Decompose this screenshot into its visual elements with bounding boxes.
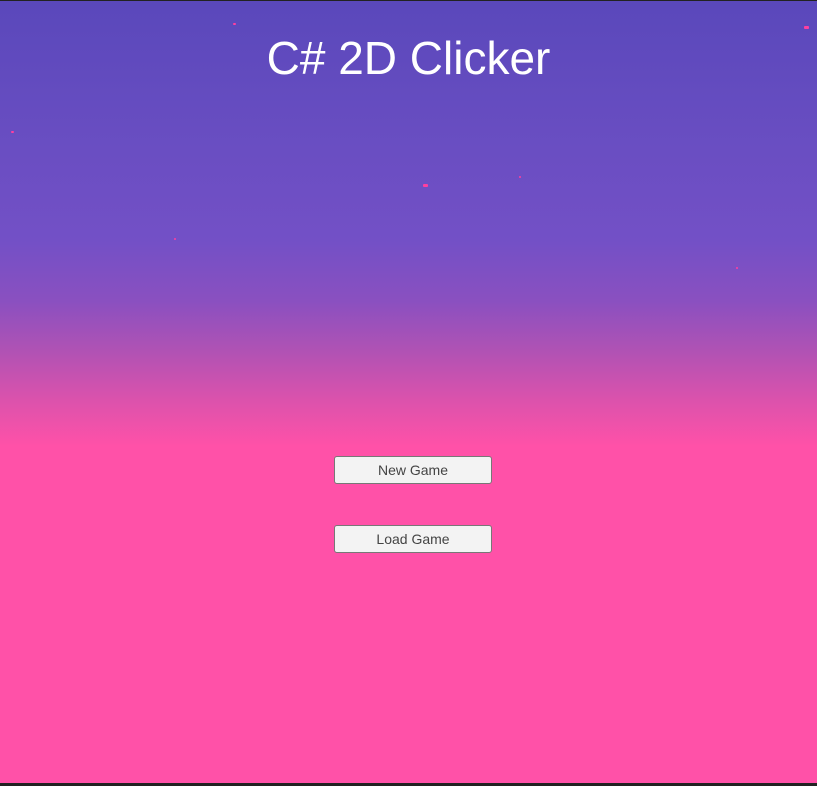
particle — [11, 131, 14, 133]
new-game-button[interactable]: New Game — [334, 456, 492, 484]
load-game-button[interactable]: Load Game — [334, 525, 492, 553]
particle — [519, 176, 521, 178]
particle — [233, 23, 236, 25]
particle — [736, 267, 738, 269]
particle — [804, 26, 809, 29]
particle — [423, 184, 428, 187]
game-title: C# 2D Clicker — [266, 32, 551, 84]
game-canvas: C# 2D Clicker New Game Load Game — [0, 1, 817, 783]
particle — [174, 238, 176, 240]
